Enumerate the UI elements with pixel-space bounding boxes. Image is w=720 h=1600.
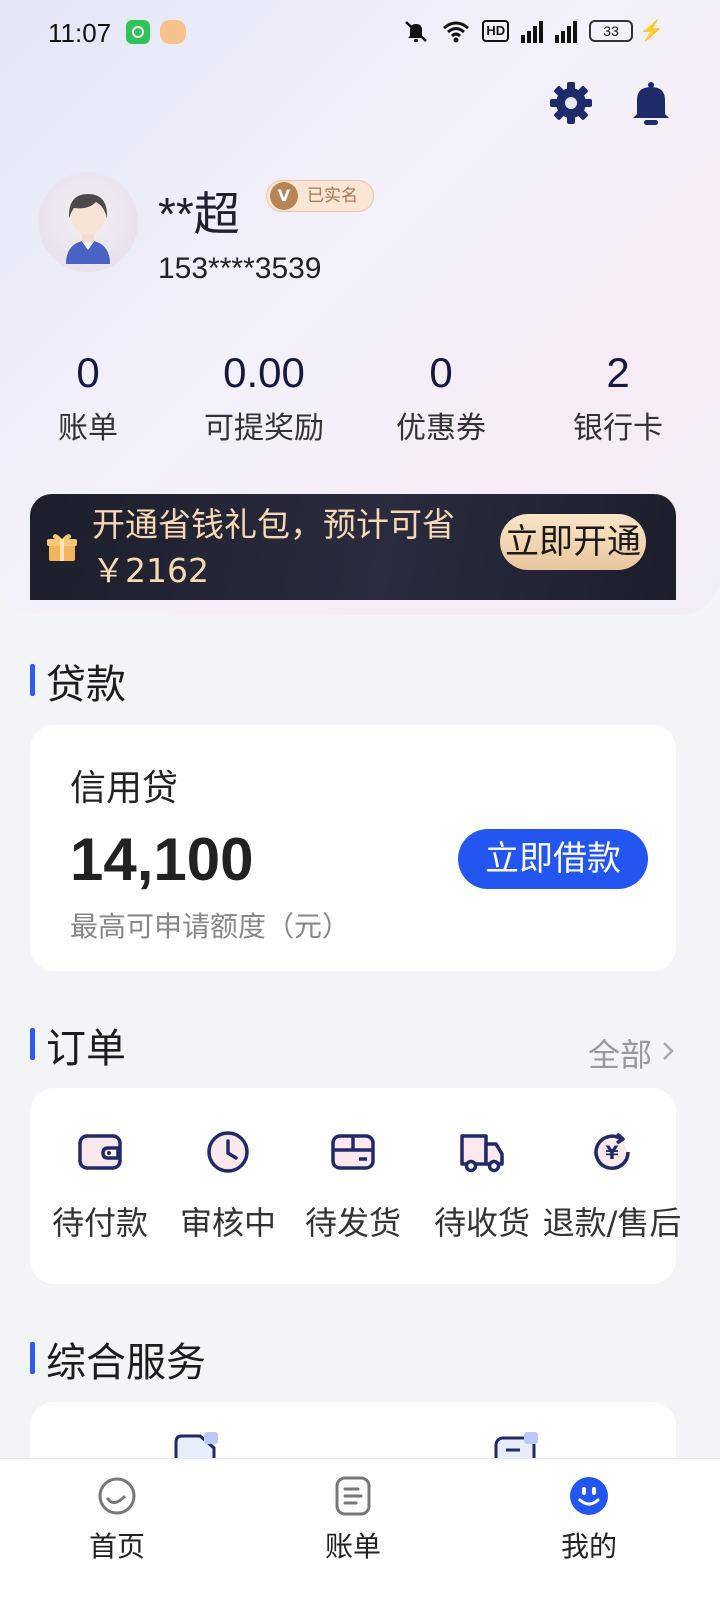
tab-label: 我的 <box>560 1530 617 1563</box>
messaging-app-icon <box>126 20 150 44</box>
home-icon <box>98 1477 136 1515</box>
order-label: 退款/售后 <box>542 1204 682 1242</box>
package-icon <box>331 1134 375 1170</box>
order-pending-receipt[interactable]: 待收货 <box>412 1128 552 1244</box>
wifi-icon <box>443 21 470 42</box>
section-title-orders: 订单 <box>30 1016 126 1074</box>
loan-amount-hint: 最高可申请额度（元） <box>70 910 351 943</box>
tab-mine[interactable]: 我的 <box>514 1475 664 1565</box>
stat-label: 优惠券 <box>396 411 486 446</box>
silent-bell-icon <box>405 20 428 42</box>
gift-icon <box>47 534 77 561</box>
hd-voice-icon: HD <box>482 19 510 42</box>
loan-amount: 14,100 <box>70 826 254 893</box>
charging-icon: ⚡ <box>639 20 664 42</box>
credit-loan-card[interactable]: 信用贷 14,100 最高可申请额度（元） 立即借款 <box>30 725 676 971</box>
all-orders-link[interactable]: 全部 <box>588 1030 652 1076</box>
stat-value: 2 <box>606 349 630 396</box>
verified-label: 已实名 <box>307 186 358 206</box>
v-badge-icon: V <box>270 182 298 210</box>
notification-bell-icon[interactable] <box>630 80 672 126</box>
loan-product-name: 信用贷 <box>70 768 179 809</box>
stat-value: 0 <box>76 349 100 396</box>
stat-label: 账单 <box>58 411 118 446</box>
clock-icon <box>207 1131 249 1173</box>
banner-text: 开通省钱礼包，预计可省￥2162 <box>92 505 455 590</box>
section-title-services: 综合服务 <box>30 1330 206 1388</box>
status-time: 11:07 <box>48 18 112 48</box>
chevron-right-icon[interactable] <box>660 1040 676 1062</box>
settings-gear-icon[interactable] <box>548 80 594 126</box>
stat-label: 银行卡 <box>573 411 663 446</box>
signal-5g-icon <box>555 19 578 43</box>
status-bar: 11:07 HD 33 ⚡ <box>0 0 720 64</box>
order-pending-shipment[interactable]: 待发货 <box>283 1128 423 1244</box>
stat-coupons[interactable]: 0 优惠券 <box>361 345 521 447</box>
bottom-tab-bar: 首页 账单 我的 <box>0 1458 720 1600</box>
battery-icon: 33 <box>589 19 634 42</box>
battery-level: 33 <box>603 22 619 39</box>
order-label: 待付款 <box>51 1204 148 1242</box>
borrow-now-button[interactable]: 立即借款 <box>458 829 648 889</box>
account-stats: 0 账单 0.00 可提奖励 0 优惠券 2 银行卡 <box>0 345 720 455</box>
user-nickname: **超 <box>158 188 240 240</box>
order-refund-aftersale[interactable]: ¥ 退款/售后 <box>542 1128 682 1244</box>
order-pending-payment[interactable]: 待付款 <box>30 1128 170 1244</box>
activate-now-button[interactable]: 立即开通 <box>500 514 646 570</box>
order-label: 待收货 <box>433 1204 530 1242</box>
refund-yuan-icon: ¥ <box>594 1132 630 1170</box>
tab-label: 首页 <box>88 1530 145 1563</box>
section-title-loan: 贷款 <box>30 652 126 710</box>
stat-value: 0.00 <box>223 349 305 396</box>
stat-label: 可提奖励 <box>204 411 324 446</box>
verified-badge[interactable]: V 已实名 <box>266 180 374 212</box>
default-avatar-icon <box>66 194 110 264</box>
tab-bills[interactable]: 账单 <box>278 1475 428 1565</box>
svg-text:¥: ¥ <box>605 1142 618 1164</box>
tab-home[interactable]: 首页 <box>42 1475 192 1565</box>
truck-icon <box>460 1134 504 1173</box>
wallet-icon <box>78 1134 122 1170</box>
stat-bills[interactable]: 0 账单 <box>8 345 168 447</box>
avatar[interactable] <box>38 172 138 272</box>
stat-bank-cards[interactable]: 2 银行卡 <box>538 345 698 447</box>
order-under-review[interactable]: 审核中 <box>158 1128 298 1244</box>
mascot-app-icon <box>160 20 186 44</box>
orders-card: 待付款 审核中 待发货 待收货 ¥ 退款/售后 <box>30 1088 681 1284</box>
stat-rewards[interactable]: 0.00 可提奖励 <box>184 345 344 447</box>
stat-value: 0 <box>429 349 453 396</box>
signal-4g-icon <box>521 19 544 43</box>
bill-icon <box>335 1476 371 1516</box>
order-label: 待发货 <box>304 1204 401 1242</box>
savings-package-banner[interactable]: 开通省钱礼包，预计可省￥2162 立即开通 <box>30 494 676 600</box>
order-label: 审核中 <box>179 1204 276 1242</box>
user-phone: 153****3539 <box>158 252 322 285</box>
tab-label: 账单 <box>324 1530 381 1563</box>
profile-smile-icon <box>570 1477 608 1515</box>
